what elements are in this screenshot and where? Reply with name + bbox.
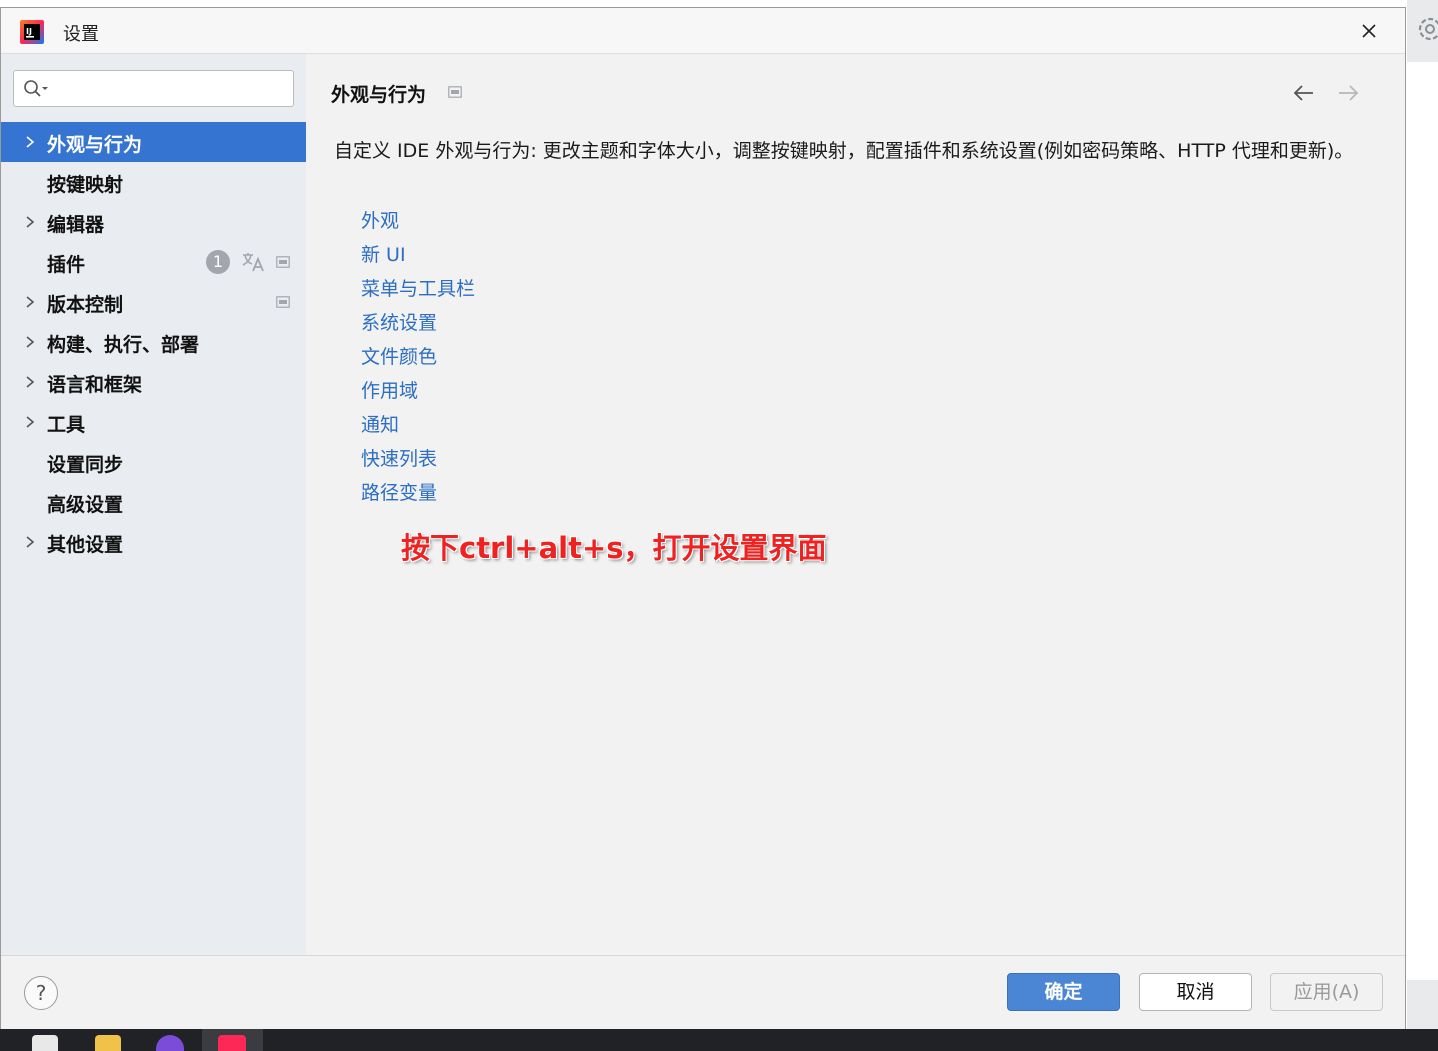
sidebar-item-label: 插件 [47, 254, 86, 276]
search-input[interactable] [54, 77, 288, 101]
intellij-taskbar-icon[interactable] [218, 1035, 246, 1051]
search-icon [24, 80, 48, 97]
sidebar-item-plugins[interactable]: 插件 1 [1, 242, 306, 282]
window-title: 设置 [63, 24, 99, 45]
subpage-links: 外观 新 UI 菜单与工具栏 系统设置 文件颜色 作用域 通知 快速列表 路径变… [361, 204, 475, 510]
forward-arrow-icon[interactable] [1335, 82, 1361, 104]
link-appearance[interactable]: 外观 [361, 204, 475, 238]
update-count-badge: 1 [206, 250, 230, 274]
link-file-colors[interactable]: 文件颜色 [361, 340, 475, 374]
taskbar [0, 1029, 1438, 1051]
settings-tree: 外观与行为 按键映射 编辑器 插件 1 版本控制 构建、执行、部署 语言和框架 … [1, 122, 306, 562]
settings-dialog: IJ 设置 外观与行为 按键映射 编辑器 插件 1 版本控制 构建、执行、部署 … [0, 7, 1406, 1030]
tutorial-annotation: 按下ctrl+alt+s，打开设置界面 [401, 531, 827, 565]
link-quick-lists[interactable]: 快速列表 [361, 442, 475, 476]
link-menus-toolbars[interactable]: 菜单与工具栏 [361, 272, 475, 306]
page-title: 外观与行为 [331, 84, 427, 106]
sidebar-item-languages-frameworks[interactable]: 语言和框架 [1, 362, 306, 402]
chevron-right-icon[interactable] [23, 535, 37, 549]
sidebar-item-label: 工具 [47, 414, 86, 436]
sidebar-item-label: 设置同步 [47, 454, 124, 476]
sidebar-item-editor[interactable]: 编辑器 [1, 202, 306, 242]
sidebar-item-label: 高级设置 [47, 494, 124, 516]
link-new-ui[interactable]: 新 UI [361, 238, 475, 272]
apply-button[interactable]: 应用(A) [1270, 973, 1383, 1011]
chevron-right-icon[interactable] [23, 375, 37, 389]
link-notifications[interactable]: 通知 [361, 408, 475, 442]
sidebar-item-advanced-settings[interactable]: 高级设置 [1, 482, 306, 522]
sidebar-item-label: 语言和框架 [47, 374, 143, 396]
close-icon [1362, 24, 1376, 38]
background-window [1407, 0, 1438, 1030]
sidebar-item-label: 构建、执行、部署 [47, 334, 200, 356]
link-path-variables[interactable]: 路径变量 [361, 476, 475, 510]
back-arrow-icon[interactable] [1291, 82, 1317, 104]
chevron-right-icon[interactable] [23, 215, 37, 229]
folder-icon[interactable] [95, 1035, 121, 1051]
page-description: 自定义 IDE 外观与行为: 更改主题和字体大小，调整按键映射，配置插件和系统设… [334, 140, 1354, 162]
sidebar-item-label: 版本控制 [47, 294, 124, 316]
help-button[interactable]: ? [24, 976, 58, 1010]
sidebar-item-version-control[interactable]: 版本控制 [1, 282, 306, 322]
sidebar-item-build-execution-deployment[interactable]: 构建、执行、部署 [1, 322, 306, 362]
translate-icon [242, 253, 264, 272]
sidebar-item-label: 外观与行为 [47, 134, 143, 156]
sidebar-item-label: 其他设置 [47, 534, 124, 556]
chevron-right-icon[interactable] [23, 295, 37, 309]
settings-search[interactable] [13, 70, 294, 107]
sidebar-item-tools[interactable]: 工具 [1, 402, 306, 442]
sidebar-item-keymap[interactable]: 按键映射 [1, 162, 306, 202]
cancel-button[interactable]: 取消 [1139, 973, 1252, 1011]
chevron-right-icon[interactable] [23, 135, 37, 149]
taskbar-app-icon[interactable] [32, 1035, 58, 1051]
sidebar-item-settings-sync[interactable]: 设置同步 [1, 442, 306, 482]
settings-content: 外观与行为 自定义 IDE 外观与行为: 更改主题和字体大小，调整按键映射，配置… [307, 54, 1405, 955]
title-bar: IJ 设置 [1, 8, 1405, 54]
link-scopes[interactable]: 作用域 [361, 374, 475, 408]
intellij-app-icon: IJ [20, 20, 44, 44]
sidebar-item-other-settings[interactable]: 其他设置 [1, 522, 306, 562]
chevron-right-icon[interactable] [23, 415, 37, 429]
project-level-icon [276, 296, 290, 308]
project-level-icon [448, 86, 462, 98]
dialog-footer: ? 确定 取消 应用(A) [1, 955, 1405, 1030]
chevron-right-icon[interactable] [23, 335, 37, 349]
sidebar-item-appearance-behavior[interactable]: 外观与行为 [1, 122, 306, 162]
settings-sidebar: 外观与行为 按键映射 编辑器 插件 1 版本控制 构建、执行、部署 语言和框架 … [1, 54, 306, 955]
ok-button[interactable]: 确定 [1007, 973, 1120, 1011]
svg-text:IJ: IJ [26, 27, 32, 36]
close-button[interactable] [1355, 17, 1383, 45]
gear-icon [1418, 17, 1438, 41]
sidebar-item-label: 编辑器 [47, 214, 105, 236]
link-system-settings[interactable]: 系统设置 [361, 306, 475, 340]
browser-icon[interactable] [156, 1035, 184, 1051]
project-level-icon [276, 256, 290, 268]
sidebar-item-label: 按键映射 [47, 174, 124, 196]
